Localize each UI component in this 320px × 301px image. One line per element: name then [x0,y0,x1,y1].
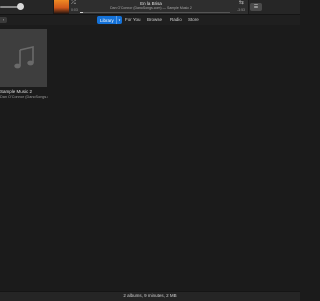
library-content: Sample Music 2 Dan O'Connor (DanoSongs.c… [0,25,300,291]
repeat-icon[interactable]: ⇆ [239,0,244,6]
album-title: Sample Music 2 [0,89,33,94]
playback-progress-fill [80,12,83,13]
chevron-down-icon[interactable]: ▾ [116,16,122,24]
up-next-button[interactable]: ☰ [250,3,262,11]
album-card[interactable]: Sample Music 2 Dan O'Connor (DanoSongs.c… [0,29,48,99]
music-note-icon [13,46,34,69]
now-playing-display: En la Brisa Dan O'Connor (DanoSongs.com)… [53,0,249,14]
remaining-time: -3:53 [237,8,245,12]
tab-radio[interactable]: Radio [170,16,182,24]
volume-slider-knob[interactable] [17,3,24,10]
album-artist: Dan O'Connor (DanoSongs.c... [0,95,48,99]
shuffle-icon[interactable]: ⤮ [71,0,76,6]
playback-progress-bar[interactable] [80,12,230,13]
tab-library[interactable]: Library ▾ [97,16,122,24]
tab-browse[interactable]: Browse [147,16,162,24]
chevron-left-icon: ‹ [2,17,5,22]
list-icon: ☰ [253,4,259,10]
tab-library-label: Library [100,17,114,23]
player-bar: En la Brisa Dan O'Connor (DanoSongs.com)… [0,0,300,15]
album-cover[interactable] [0,29,47,87]
song-artist-album: Dan O'Connor (DanoSongs.com) — Sample Mu… [110,6,192,10]
tab-for-you[interactable]: For You [125,16,141,24]
elapsed-time: 0:03 [71,8,78,12]
back-button[interactable]: ‹ [0,17,7,23]
tab-store[interactable]: Store [188,16,199,24]
